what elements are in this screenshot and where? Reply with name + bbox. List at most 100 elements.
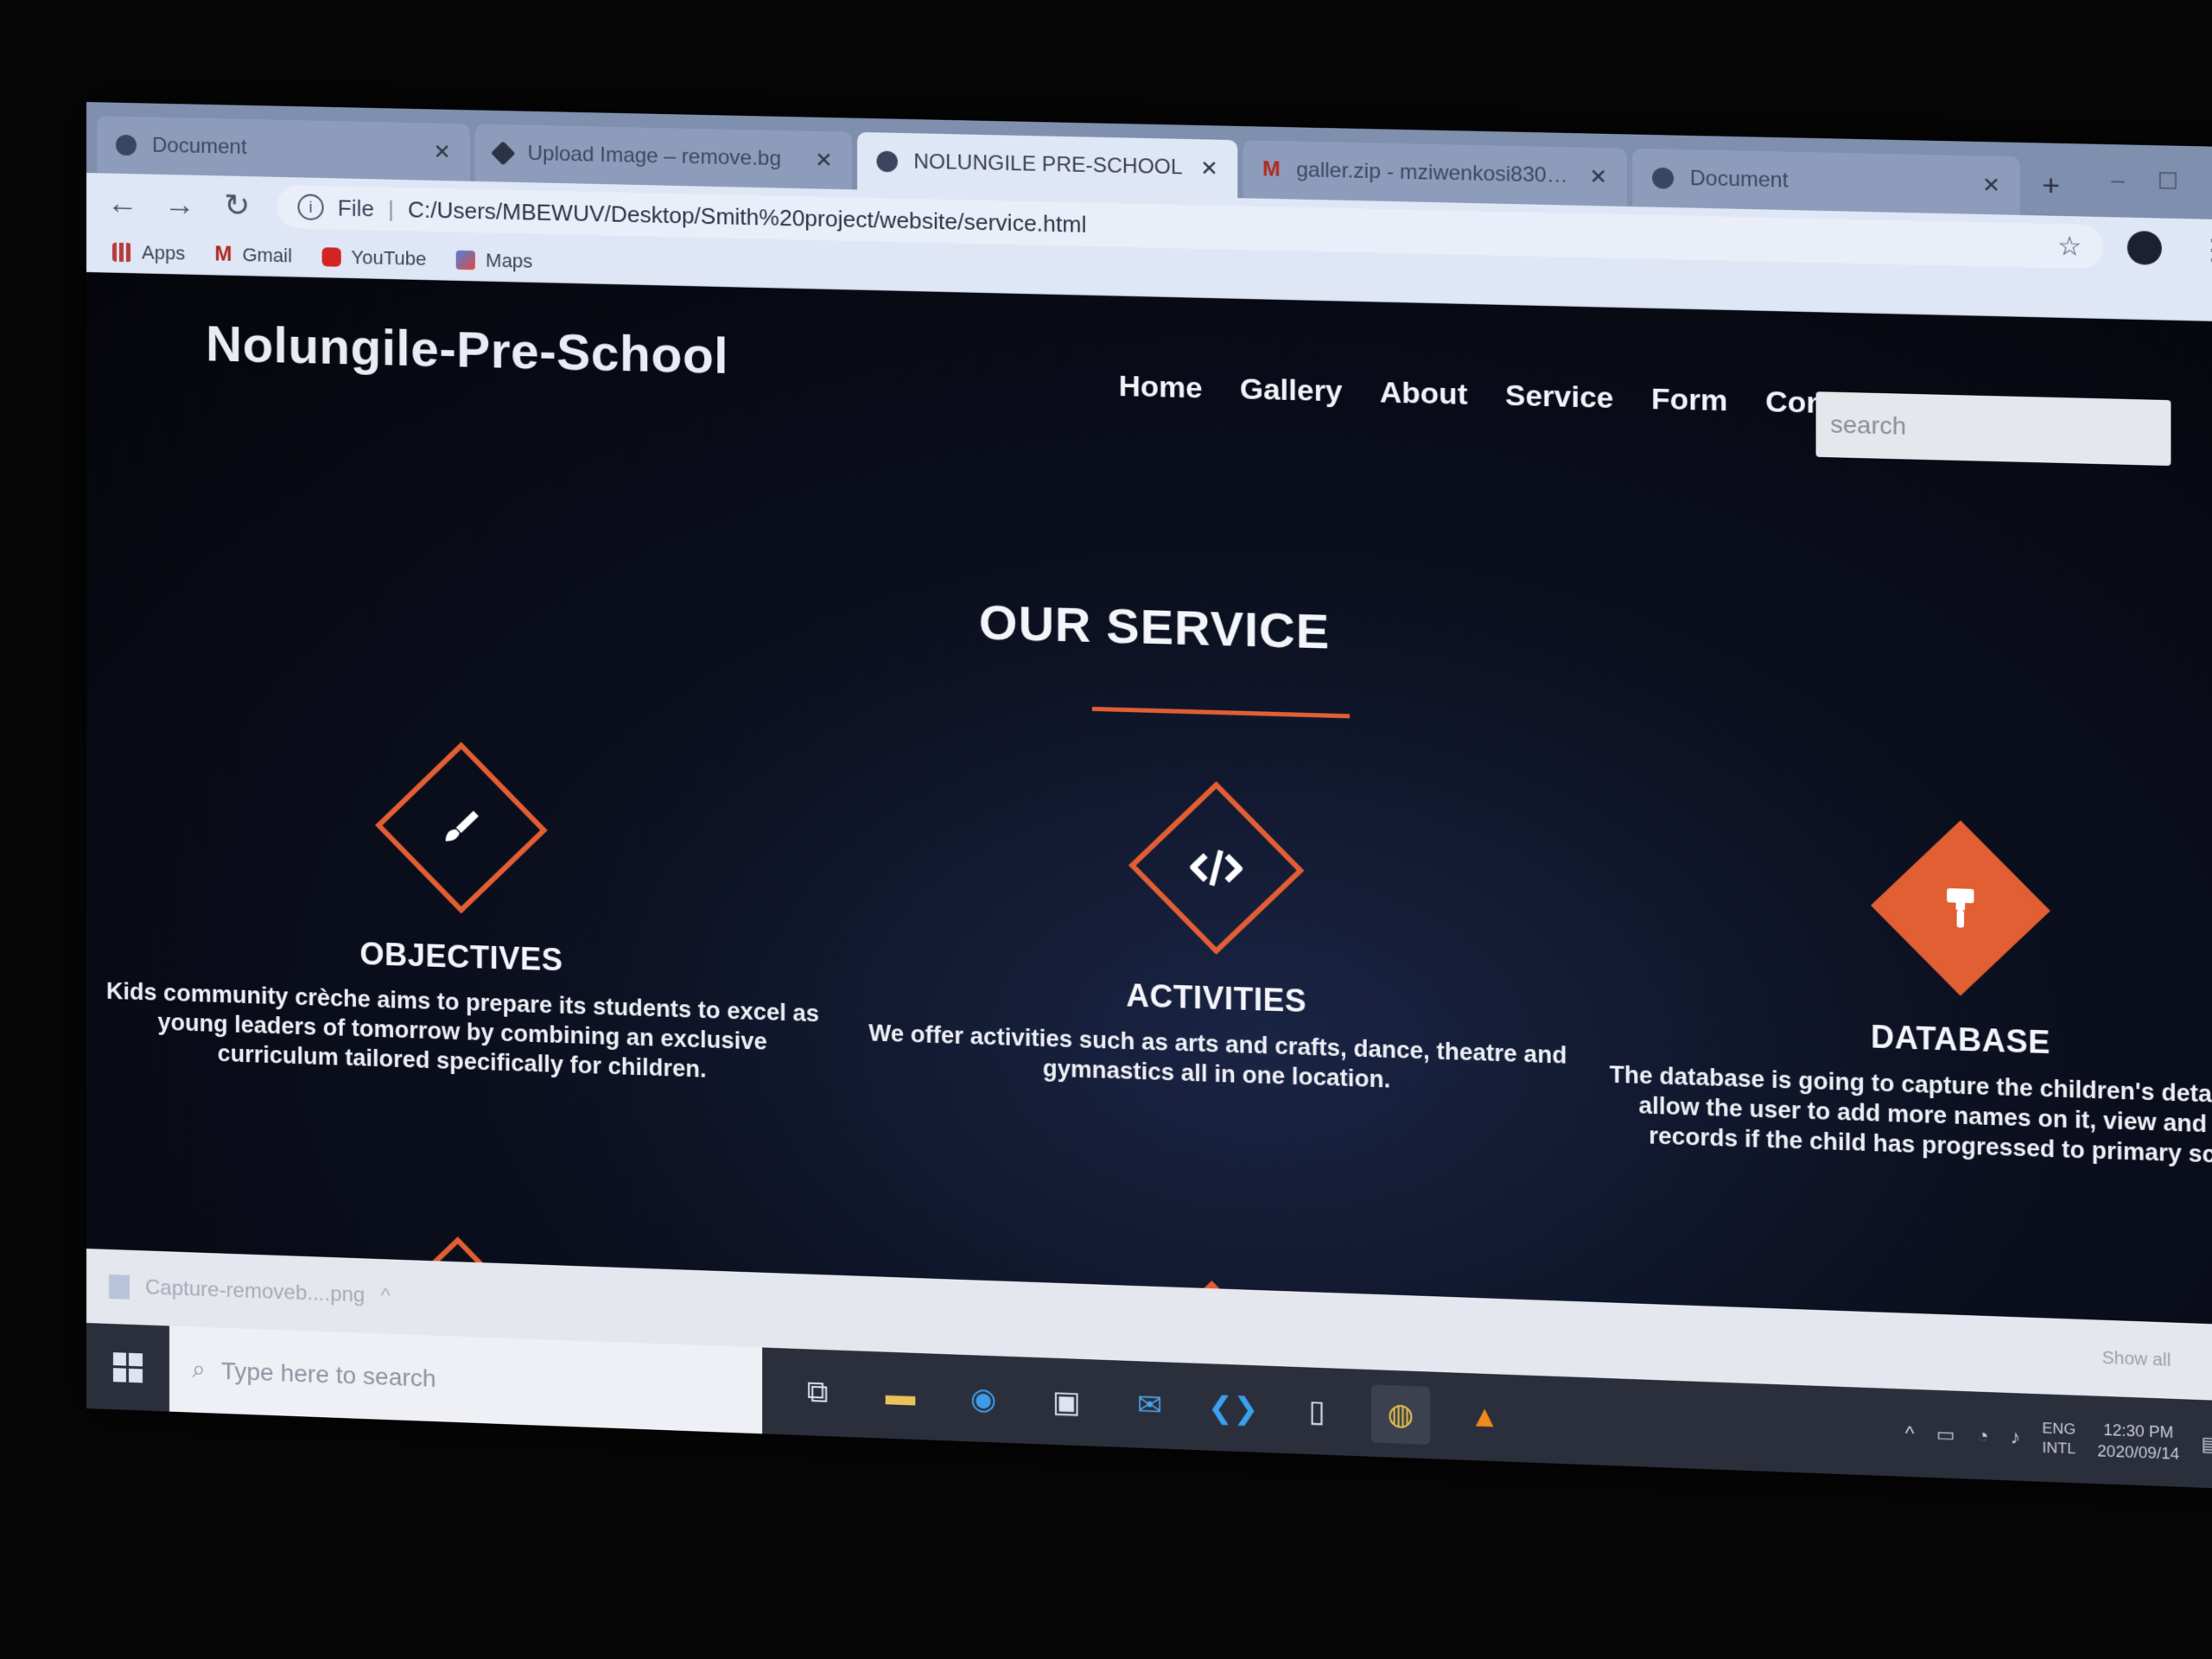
clock-time: 12:30 PM xyxy=(2103,1421,2174,1441)
notepad-icon[interactable]: ▯ xyxy=(1287,1381,1346,1441)
window-controls: – ☐ ✕ xyxy=(2091,166,2212,219)
chevron-up-icon[interactable]: ^ xyxy=(381,1284,391,1309)
globe-icon xyxy=(1652,167,1675,189)
page-viewport: Nolungile-Pre-School Home Gallery About … xyxy=(86,272,2212,1325)
close-icon[interactable]: ✕ xyxy=(1589,164,1607,190)
task-view-icon[interactable]: ⧉ xyxy=(789,1363,847,1422)
vlc-icon[interactable]: ▲ xyxy=(1455,1387,1514,1447)
paint-roller-icon xyxy=(1938,880,1983,935)
minimize-icon[interactable]: – xyxy=(2111,167,2124,194)
youtube-icon xyxy=(321,247,341,267)
windows-logo-icon xyxy=(112,1351,143,1382)
bookmark-maps[interactable]: Maps xyxy=(455,249,533,273)
clock-date: 2020/09/14 xyxy=(2097,1441,2180,1463)
tab-label: NOLUNGILE PRE-SCHOOL xyxy=(913,149,1183,180)
service-activities: ACTIVITIES We offer activities such as a… xyxy=(836,781,1600,1102)
paint-brush-icon xyxy=(435,801,488,855)
code-icon xyxy=(1188,842,1245,893)
monitor-screen: Document ✕ Upload Image – remove.bg ✕ NO… xyxy=(86,102,2212,1490)
nav-form[interactable]: Form xyxy=(1651,383,1727,419)
tab-label: galler.zip - mziwenkosi830@g xyxy=(1296,157,1573,188)
section-title: OUR SERVICE xyxy=(978,594,1331,659)
close-icon[interactable]: ✕ xyxy=(1982,172,2000,198)
download-file-name[interactable]: Capture-removeb....png xyxy=(145,1275,365,1307)
edge-browser-icon[interactable]: ◉ xyxy=(954,1369,1012,1428)
browser-tab-document-1[interactable]: Document ✕ xyxy=(96,116,470,181)
service-icon-frame xyxy=(1128,781,1305,955)
service-objectives: OBJECTIVES Kids community crèche aims to… xyxy=(88,741,838,1089)
store-icon[interactable]: ▣ xyxy=(1037,1372,1096,1432)
reload-icon[interactable]: ↻ xyxy=(219,187,254,224)
language-code: ENG xyxy=(2042,1419,2076,1438)
nav-home[interactable]: Home xyxy=(1119,370,1203,406)
notifications-icon[interactable]: ▤ xyxy=(2201,1433,2212,1457)
site-search xyxy=(1815,391,2171,467)
bookmark-apps[interactable]: Apps xyxy=(111,241,186,265)
windows-start-button[interactable] xyxy=(86,1323,169,1412)
bookmark-label: Maps xyxy=(486,249,533,272)
service-database: DATABASE The database is going to captur… xyxy=(1573,820,2212,1174)
service-text: We offer activities such as arts and cra… xyxy=(868,1020,1567,1093)
browser-tab-nolungile[interactable]: NOLUNGILE PRE-SCHOOL ✕ xyxy=(857,131,1238,199)
removebg-icon xyxy=(490,141,516,166)
browser-tab-removebg[interactable]: Upload Image – remove.bg ✕ xyxy=(474,124,852,190)
tab-label: Document xyxy=(152,133,247,160)
search-icon: ⌕ xyxy=(192,1355,206,1383)
maximize-icon[interactable]: ☐ xyxy=(2158,168,2179,195)
gmail-icon: M xyxy=(1262,157,1281,181)
close-icon[interactable]: ✕ xyxy=(1200,156,1218,181)
nav-service[interactable]: Service xyxy=(1505,378,1613,416)
taskbar-search-placeholder: Type here to search xyxy=(220,1357,436,1392)
clock[interactable]: 12:30 PM 2020/09/14 xyxy=(2097,1419,2179,1465)
tab-label: Upload Image – remove.bg xyxy=(527,141,782,171)
bookmark-label: YouTube xyxy=(351,245,427,270)
chevron-up-icon[interactable]: ^ xyxy=(1905,1421,1915,1445)
service-text: Kids community crèche aims to prepare it… xyxy=(106,977,820,1083)
nav-about[interactable]: About xyxy=(1380,376,1467,412)
site-logo[interactable]: Nolungile-Pre-School xyxy=(206,315,728,385)
apps-grid-icon xyxy=(111,242,131,263)
nav-gallery[interactable]: Gallery xyxy=(1240,372,1343,409)
close-icon[interactable]: ✕ xyxy=(433,139,450,165)
globe-icon xyxy=(115,134,137,156)
close-icon[interactable]: ✕ xyxy=(815,147,832,173)
bookmark-label: Gmail xyxy=(242,244,293,267)
forward-arrow-icon[interactable]: → xyxy=(162,186,197,223)
service-text: The database is going to capture the chi… xyxy=(1609,1061,2212,1170)
bookmark-label: Apps xyxy=(142,241,186,264)
battery-icon[interactable]: ▭ xyxy=(1936,1422,1955,1446)
mail-icon[interactable]: ✉ xyxy=(1121,1375,1179,1434)
title-underline xyxy=(1091,706,1351,719)
vscode-icon[interactable]: ❮❯ xyxy=(1204,1378,1262,1438)
chrome-icon[interactable]: ◍ xyxy=(1370,1383,1431,1445)
more-menu-icon[interactable]: ⋮ xyxy=(2198,232,2212,267)
new-tab-button[interactable]: + xyxy=(2025,168,2076,217)
service-icon-frame xyxy=(375,741,548,914)
bookmark-star-icon[interactable]: ☆ xyxy=(2057,231,2082,263)
scheme-label: File xyxy=(337,194,374,221)
bookmark-gmail[interactable]: M Gmail xyxy=(214,242,292,268)
file-explorer-icon[interactable]: ▬ xyxy=(871,1366,929,1426)
bookmark-youtube[interactable]: YouTube xyxy=(321,245,427,270)
system-tray: ^ ▭ ◔ ♪ ENG INTL 12:30 PM 2020/09/14 ▤ xyxy=(1905,1412,2212,1467)
browser-tab-document-2[interactable]: Document ✕ xyxy=(1632,148,2021,215)
back-arrow-icon[interactable]: ← xyxy=(105,184,140,221)
gmail-icon: M xyxy=(214,242,232,266)
search-input[interactable] xyxy=(1815,391,2171,467)
show-all-button[interactable]: Show all xyxy=(2102,1348,2171,1370)
avatar[interactable] xyxy=(2126,231,2162,265)
browser-tab-gmail[interactable]: M galler.zip - mziwenkosi830@g ✕ xyxy=(1243,140,1627,207)
wifi-icon[interactable]: ◔ xyxy=(1977,1424,1989,1447)
info-icon[interactable]: i xyxy=(297,194,324,221)
service-icon-frame xyxy=(1871,820,2050,996)
language-indicator[interactable]: ENG INTL xyxy=(2042,1419,2075,1459)
taskbar-pinned-apps: ⧉ ▬ ◉ ▣ ✉ ❮❯ ▯ ◍ ▲ xyxy=(762,1362,1514,1447)
site-nav: Home Gallery About Service Form Contact xyxy=(1119,370,1880,423)
tab-label: Document xyxy=(1689,166,1789,193)
volume-icon[interactable]: ♪ xyxy=(2011,1425,2021,1448)
globe-icon xyxy=(876,150,898,173)
keyboard-layout: INTL xyxy=(2042,1439,2076,1457)
file-icon xyxy=(108,1274,130,1300)
maps-icon xyxy=(455,250,475,270)
address-separator: | xyxy=(388,195,394,222)
